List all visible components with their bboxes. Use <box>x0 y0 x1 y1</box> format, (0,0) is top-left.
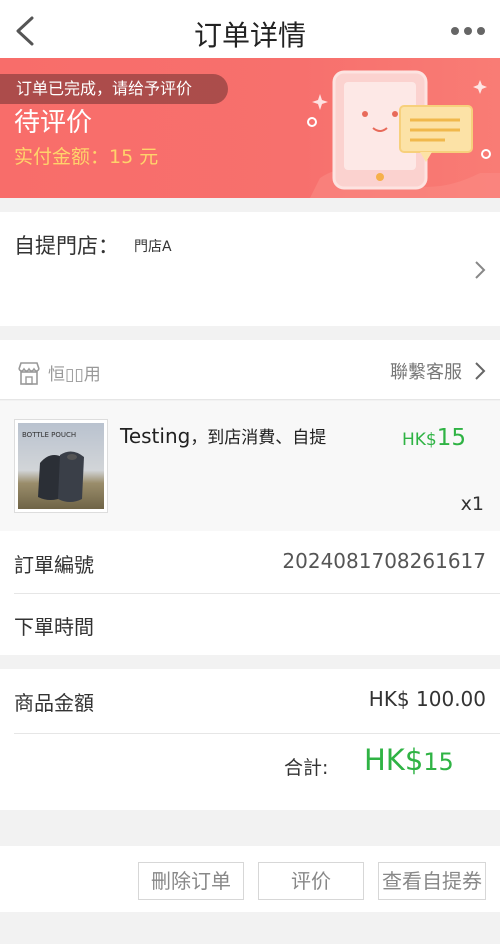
order-time-row: 下單時間 <box>14 593 486 655</box>
order-number-value: 2024081708261617 <box>282 549 486 573</box>
pickup-store-value: 門店A <box>134 239 172 255</box>
chevron-right-icon <box>475 362 486 380</box>
more-options-icon[interactable] <box>450 24 486 38</box>
store-name: 恒▯▯用 <box>48 365 101 385</box>
view-pickup-coupon-button[interactable]: 查看自提券 <box>378 862 486 900</box>
product-price: HK$15 <box>402 425 466 451</box>
product-name: Testing，到店消費、自提 <box>120 423 326 448</box>
page-title: 订单详情 <box>193 19 306 52</box>
paid-amount-value: 15 元 <box>109 146 159 168</box>
total-label: 合計: <box>284 757 329 779</box>
order-status: 待评价 <box>14 108 93 138</box>
pickup-store-section[interactable]: 自提門店： 門店A <box>0 212 500 326</box>
order-number-label: 訂單編號 <box>14 553 94 577</box>
product-thumbnail: BOTTLE POUCH <box>14 419 108 513</box>
order-info-section: 訂單編號 2024081708261617 下單時間 <box>0 531 500 655</box>
customer-service-link[interactable]: 聯繫客服 <box>390 358 462 384</box>
store-header: 恒▯▯用 聯繫客服 <box>0 340 500 400</box>
product-tags: ，到店消費、自提 <box>190 428 327 448</box>
order-status-banner: 订单已完成，请给予评价 待评价 实付金额：15 元 <box>0 58 500 198</box>
nav-bar: 订单详情 <box>0 0 500 58</box>
goods-amount-label: 商品金額 <box>14 691 94 715</box>
delete-order-button[interactable]: 刪除订单 <box>138 862 244 900</box>
shop-icon <box>18 362 40 385</box>
product-quantity: x1 <box>460 493 484 515</box>
paid-amount-line: 实付金额：15 元 <box>14 142 158 169</box>
thumbnail-caption: BOTTLE POUCH <box>22 431 77 439</box>
total-number: 15 <box>423 748 454 776</box>
review-button[interactable]: 评价 <box>258 862 364 900</box>
price-value: 15 <box>436 425 466 451</box>
divider <box>14 733 500 734</box>
goods-amount-value: HK$ 100.00 <box>368 687 486 711</box>
paid-amount-label: 实付金额： <box>14 146 110 168</box>
amount-section: 商品金額 HK$ 100.00 合計: HK$15 <box>0 669 500 810</box>
product-title: Testing <box>120 424 191 448</box>
status-tip: 订单已完成，请给予评价 <box>0 74 228 104</box>
action-bar: 刪除订单 评价 查看自提券 <box>0 846 500 912</box>
pickup-store-label: 自提門店： <box>14 234 119 258</box>
banner-illustration <box>307 70 500 198</box>
bottle-pouch-image <box>38 451 84 502</box>
chevron-right-icon <box>475 261 486 279</box>
price-currency: HK$ <box>401 430 437 450</box>
product-item[interactable]: BOTTLE POUCH Testing，到店消費、自提 HK$15 x1 <box>0 401 500 531</box>
total-currency: HK$ <box>364 743 424 777</box>
total-value: HK$15 <box>364 743 454 777</box>
order-time-label: 下單時間 <box>14 615 94 639</box>
goods-amount-row: 商品金額 HK$ 100.00 <box>14 669 486 731</box>
order-number-row: 訂單編號 2024081708261617 <box>14 531 486 593</box>
